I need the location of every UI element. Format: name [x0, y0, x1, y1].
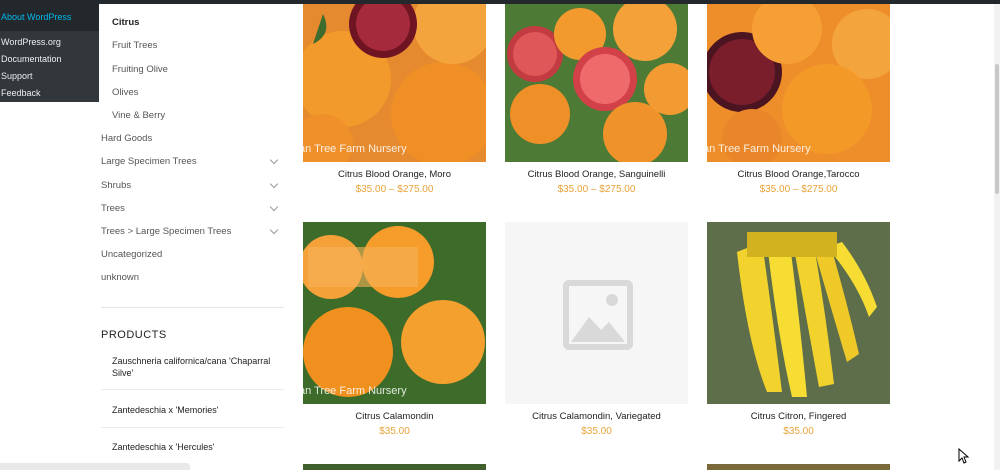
product-image[interactable] [505, 4, 688, 162]
product-title[interactable]: Citrus Blood Orange,Tarocco [687, 169, 910, 180]
feedback-link[interactable]: Feedback [0, 85, 99, 102]
image-watermark: an Tree Farm Nursery [303, 143, 407, 155]
chevron-down-icon[interactable] [269, 179, 279, 189]
category-unknown[interactable]: unknown [101, 272, 139, 283]
scrollbar-thumb[interactable] [995, 64, 999, 194]
chevron-down-icon[interactable] [269, 202, 279, 212]
product-placeholder-image[interactable] [505, 222, 688, 404]
documentation-link[interactable]: Documentation [0, 51, 99, 68]
category-vine-berry[interactable]: Vine & Berry [112, 110, 165, 121]
product-title[interactable]: Citrus Citron, Fingered [687, 411, 910, 422]
product-image[interactable]: an Tree Farm Nursery [303, 222, 486, 404]
sidebar-product-link[interactable]: Zantedeschia x 'Hercules' [112, 441, 287, 453]
image-watermark: an Tree Farm Nursery [707, 143, 811, 155]
category-citrus[interactable]: Citrus [112, 17, 139, 28]
product-price: $35.00 – $275.00 [355, 184, 434, 195]
product-image[interactable] [707, 222, 890, 404]
product-title[interactable]: Citrus Calamondin, Variegated [485, 411, 708, 422]
product-price: $35.00 [581, 426, 612, 437]
product-image[interactable] [303, 464, 486, 470]
category-trees[interactable]: Trees [101, 203, 125, 214]
category-fruit-trees[interactable]: Fruit Trees [112, 40, 157, 51]
sidebar-product-divider [101, 427, 284, 428]
sidebar-divider [101, 307, 284, 308]
product-price: $35.00 [783, 426, 814, 437]
chevron-down-icon[interactable] [269, 225, 279, 235]
support-link[interactable]: Support [0, 68, 99, 85]
product-title[interactable]: Citrus Blood Orange, Sanguinelli [485, 169, 708, 180]
product-price: $35.00 – $275.00 [557, 184, 636, 195]
category-uncategorized[interactable]: Uncategorized [101, 249, 162, 260]
chevron-down-icon[interactable] [269, 155, 279, 165]
image-watermark: an Tree Farm Nursery [303, 385, 407, 397]
sidebar-product-link[interactable]: Zauschneria californica/cana 'Chaparral … [112, 355, 287, 379]
product-price: $35.00 [379, 426, 410, 437]
about-wordpress-link[interactable]: About WordPress [0, 4, 99, 31]
category-shrubs[interactable]: Shrubs [101, 180, 131, 191]
product-image[interactable]: an Tree Farm Nursery [707, 4, 890, 162]
category-olives[interactable]: Olives [112, 87, 138, 98]
product-price: $35.00 – $275.00 [759, 184, 838, 195]
products-widget-title: PRODUCTS [101, 329, 167, 341]
page-scrollbar[interactable] [994, 4, 1000, 470]
product-title[interactable]: Citrus Blood Orange, Moro [283, 169, 506, 180]
category-hard-goods[interactable]: Hard Goods [101, 133, 152, 144]
sidebar-product-link[interactable]: Zantedeschia x 'Memories' [112, 404, 287, 416]
category-fruiting-olive[interactable]: Fruiting Olive [112, 64, 168, 75]
wp-logo-dropdown: About WordPress WordPress.org Documentat… [0, 4, 99, 102]
product-image[interactable]: an Tree Farm Nursery [303, 4, 486, 162]
product-title[interactable]: Citrus Calamondin [283, 411, 506, 422]
category-large-specimen-trees[interactable]: Large Specimen Trees [101, 156, 197, 167]
wordpress-org-link[interactable]: WordPress.org [0, 34, 99, 51]
product-image[interactable] [707, 464, 890, 470]
mouse-cursor-icon [958, 448, 970, 464]
category-trees-large-specimen[interactable]: Trees > Large Specimen Trees [101, 226, 231, 237]
sidebar-product-divider [101, 389, 284, 390]
browser-status-bar [0, 463, 190, 470]
